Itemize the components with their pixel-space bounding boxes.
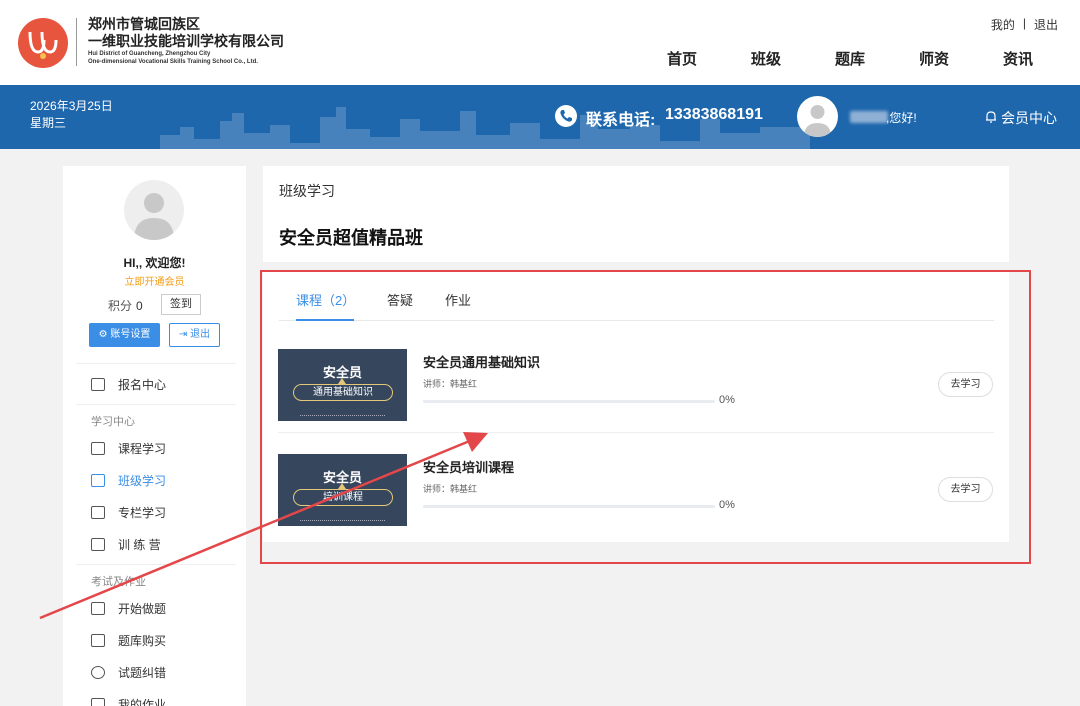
open-book-icon (91, 505, 105, 519)
page-title: 安全员超值精品班 (279, 228, 423, 248)
sidebar-item-label: 训 练 营 (118, 537, 161, 552)
divider (76, 363, 236, 364)
phone-number: 13383868191 (665, 106, 763, 123)
bell-icon (985, 110, 997, 126)
sidebar-item-buy-question-bank[interactable]: 题库购买 (91, 632, 166, 648)
group-study-center: 学习中心 (91, 416, 135, 428)
chart-icon (91, 441, 105, 455)
sidebar-logout-label: 退出 (190, 329, 211, 340)
points-value: 0 (136, 299, 143, 313)
sidebar-item-course-study[interactable]: 课程学习 (91, 440, 166, 456)
user-card-icon (91, 473, 105, 487)
annotation-highlight-box (260, 270, 1031, 564)
close-circle-icon (91, 665, 105, 679)
brand-line2: 一维职业技能培训学校有限公司 (88, 33, 284, 49)
sidebar-item-start-practice[interactable]: 开始做题 (91, 600, 166, 616)
school-logo[interactable] (18, 18, 68, 68)
top-links-divider: | (1022, 16, 1026, 30)
sidebar-item-label: 题库购买 (118, 633, 167, 648)
welcome-text: HI,, 欢迎您! (123, 256, 186, 270)
logout-icon: ⇥ (178, 329, 188, 340)
points-display: 积分 0 (108, 297, 143, 314)
nav-teachers[interactable]: 师资 (892, 48, 976, 69)
user-sidebar: HI,, 欢迎您! 立即开通会员 积分 0 签到 ⚙ 账号设置 ⇥ 退出 报名中心… (63, 166, 246, 706)
member-center-label: 会员中心 (1001, 110, 1057, 126)
account-settings-button[interactable]: ⚙ 账号设置 (89, 323, 160, 347)
phone-icon (555, 105, 577, 127)
class-header-card: 班级学习 安全员超值精品班 (263, 166, 1009, 262)
divider (76, 564, 236, 565)
nav-question-bank[interactable]: 题库 (808, 48, 892, 69)
brand-en1: Hui District of Guancheng, Zhengzhou Cit… (88, 51, 211, 57)
sidebar-avatar[interactable] (124, 180, 184, 240)
sidebar-item-my-homework[interactable]: 我的作业 (91, 696, 166, 706)
greeting-text: ,您好! (886, 111, 917, 125)
logout-link[interactable]: 退出 (1034, 16, 1058, 33)
edit-doc-icon (91, 601, 105, 615)
logo-divider (76, 18, 77, 66)
brand-line1: 郑州市管城回族区 (88, 16, 200, 32)
sidebar-item-training-camp[interactable]: 训 练 营 (91, 536, 161, 552)
group-exam-homework: 考试及作业 (91, 576, 146, 588)
weekday-text: 星期三 (30, 116, 67, 130)
nav-class[interactable]: 班级 (724, 48, 808, 69)
grid-icon (91, 633, 105, 647)
sidebar-item-enroll[interactable]: 报名中心 (91, 376, 166, 392)
sidebar-item-error-correction[interactable]: 试题纠错 (91, 664, 166, 680)
sidebar-logout-button[interactable]: ⇥ 退出 (169, 323, 220, 347)
sidebar-item-label: 专栏学习 (118, 505, 167, 520)
sidebar-item-label: 试题纠错 (118, 665, 167, 680)
book-icon (91, 377, 105, 391)
phone-label: 联系电话: (586, 112, 656, 129)
sidebar-item-column-study[interactable]: 专栏学习 (91, 504, 166, 520)
info-banner: 2026年3月25日 星期三 联系电话: 13383868191 ,您好! 会员… (0, 85, 1080, 149)
sidebar-item-label: 我的作业 (118, 697, 167, 706)
account-settings-label: 账号设置 (110, 329, 151, 340)
site-header: 郑州市管城回族区 一维职业技能培训学校有限公司 Hui District of … (0, 0, 1080, 85)
date-text: 2026年3月25日 (30, 99, 113, 113)
pencil-icon (91, 697, 105, 706)
nav-home[interactable]: 首页 (640, 48, 724, 69)
sidebar-item-label: 报名中心 (118, 377, 167, 392)
user-avatar[interactable] (797, 96, 838, 137)
gear-icon: ⚙ (98, 329, 108, 340)
sidebar-item-label: 班级学习 (118, 473, 167, 488)
sidebar-item-class-study[interactable]: 班级学习 (91, 472, 166, 488)
member-center-link[interactable]: 会员中心 (985, 108, 1057, 128)
brand-en2: One-dimensional Vocational Skills Traini… (88, 59, 258, 65)
username-blurred (850, 111, 888, 123)
points-label: 积分 (108, 299, 133, 313)
top-links: 我的 | 退出 (991, 16, 1058, 33)
sidebar-item-label: 开始做题 (118, 601, 167, 616)
nav-news[interactable]: 资讯 (976, 48, 1060, 69)
my-link[interactable]: 我的 (991, 16, 1015, 33)
brand-block: 郑州市管城回族区 一维职业技能培训学校有限公司 Hui District of … (88, 16, 284, 66)
monitor-icon (91, 537, 105, 551)
current-date: 2026年3月25日 星期三 (30, 98, 113, 132)
divider (76, 404, 236, 405)
open-vip-link[interactable]: 立即开通会员 (63, 273, 246, 288)
main-nav: 首页 班级 题库 师资 资讯 (640, 48, 1060, 69)
breadcrumb: 班级学习 (279, 183, 335, 199)
sidebar-item-label: 课程学习 (118, 441, 167, 456)
sign-in-button[interactable]: 签到 (161, 294, 201, 315)
